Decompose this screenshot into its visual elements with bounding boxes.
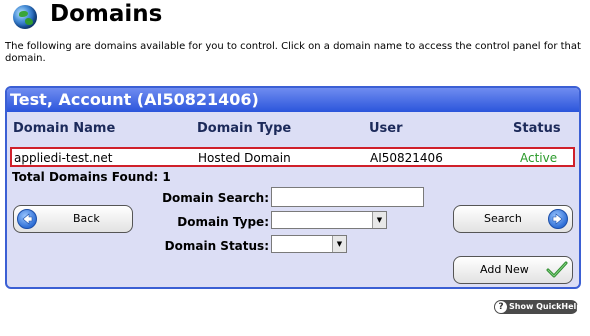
domain-search-input[interactable] <box>271 187 424 207</box>
search-button[interactable]: Search <box>453 205 573 233</box>
chevron-down-icon: ▼ <box>372 212 386 228</box>
add-new-button[interactable]: Add New <box>453 256 573 284</box>
domain-search-label: Domain Search: <box>162 191 269 205</box>
domain-status-select[interactable]: ▼ <box>271 235 347 253</box>
page-title: Domains <box>50 1 163 27</box>
table-row[interactable]: appliedi-test.net Hosted Domain AI508214… <box>10 147 575 167</box>
account-title: Test, Account (AI50821406) <box>10 90 259 109</box>
domain-name-link[interactable]: appliedi-test.net <box>14 150 112 166</box>
intro-text: The following are domains available for … <box>5 41 581 64</box>
search-arrow-icon <box>548 209 568 229</box>
back-button-label: Back <box>73 212 100 225</box>
panel-header: Test, Account (AI50821406) <box>7 88 579 112</box>
column-header-user: User <box>369 121 403 136</box>
add-new-button-label: Add New <box>480 263 529 276</box>
help-icon: ? <box>495 301 507 313</box>
user-cell: AI50821406 <box>370 151 443 165</box>
domain-type-label: Domain Type: <box>177 215 269 229</box>
chevron-down-icon: ▼ <box>332 236 346 252</box>
column-header-domain-type: Domain Type <box>197 121 292 136</box>
total-domains: Total Domains Found: 1 <box>12 170 171 184</box>
show-quickhelp-button[interactable]: ? Show QuickHelp <box>494 300 582 314</box>
domain-status-label: Domain Status: <box>164 239 269 253</box>
back-arrow-icon <box>17 209 37 229</box>
column-header-status: Status <box>513 121 561 136</box>
search-button-label: Search <box>484 212 522 225</box>
quickhelp-label: Show QuickHelp <box>509 302 583 311</box>
globe-icon <box>13 5 37 29</box>
back-button[interactable]: Back <box>13 205 133 233</box>
domains-panel: Test, Account (AI50821406) Domain Name D… <box>5 86 581 289</box>
domain-type-select[interactable]: ▼ <box>271 211 387 229</box>
domain-type-cell: Hosted Domain <box>198 151 291 165</box>
status-cell: Active <box>520 151 558 165</box>
checkmark-icon <box>546 261 568 278</box>
column-header-domain-name: Domain Name <box>13 121 116 136</box>
